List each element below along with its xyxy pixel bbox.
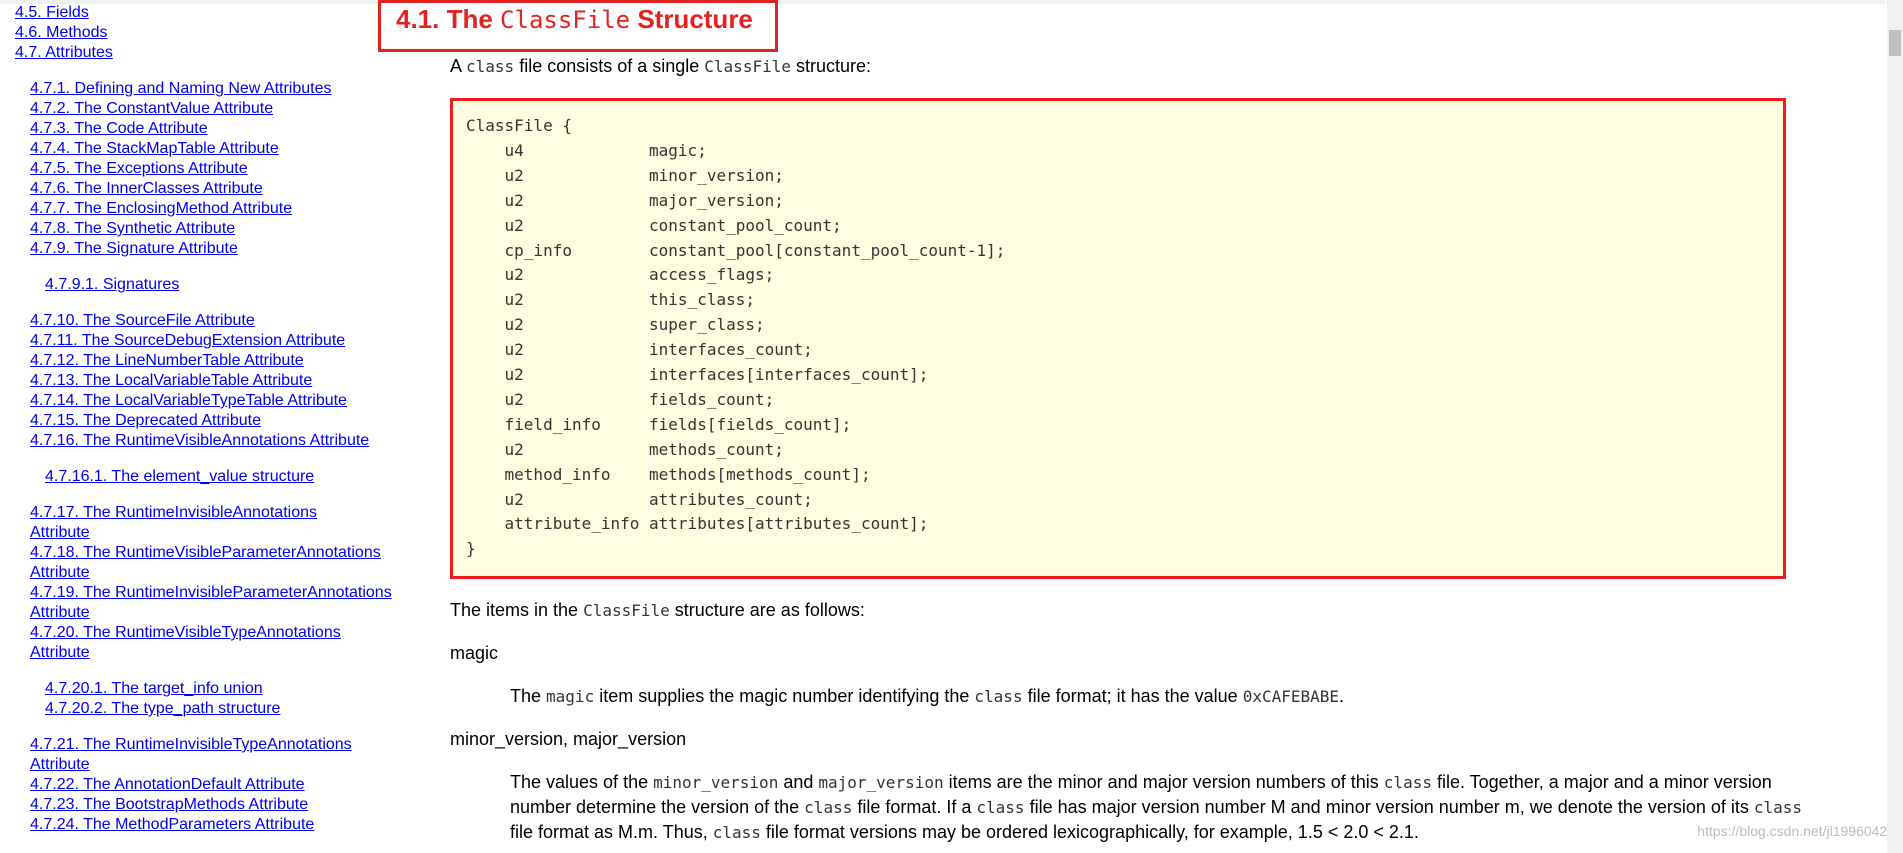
toc-4-7-14[interactable]: 4.7.14. The LocalVariableTypeTable Attri… [30, 391, 347, 411]
code-line: cp_info constant_pool[constant_pool_coun… [466, 240, 1006, 260]
code-line: method_info methods[methods_count]; [466, 464, 871, 484]
vertical-scrollbar[interactable] [1887, 0, 1903, 853]
scrollbar-thumb[interactable] [1889, 30, 1901, 56]
intro-paragraph: A class file consists of a single ClassF… [450, 56, 872, 76]
code-line: u2 methods_count; [466, 439, 784, 459]
watermark: https://blog.csdn.net/jl19960421 [1697, 823, 1895, 839]
toc-4-7-8[interactable]: 4.7.8. The Synthetic Attribute [30, 219, 235, 239]
code-line: attribute_info attributes[attributes_cou… [466, 514, 929, 534]
code-line: u2 interfaces_count; [466, 340, 813, 360]
items-intro-paragraph: The items in the ClassFile structure are… [450, 600, 865, 620]
toc-4-7-5[interactable]: 4.7.5. The Exceptions Attribute [30, 159, 248, 179]
toc-4-7-24[interactable]: 4.7.24. The MethodParameters Attribute [30, 815, 314, 835]
heading-code: ClassFile [500, 6, 631, 34]
toc-4-7-17[interactable]: 4.7.17. The RuntimeInvisibleAnnotations … [30, 503, 360, 543]
toc-4-7-15[interactable]: 4.7.15. The Deprecated Attribute [30, 411, 261, 431]
code-line: u2 major_version; [466, 190, 784, 210]
toc-4-7-19[interactable]: 4.7.19. The RuntimeInvisibleParameterAnn… [30, 583, 400, 623]
toc-4-7-20-2[interactable]: 4.7.20.2. The type_path structure [45, 699, 280, 719]
code-line: u2 minor_version; [466, 165, 784, 185]
toc-4-6-methods[interactable]: 4.6. Methods [15, 23, 108, 43]
code-line: u2 super_class; [466, 315, 765, 335]
code-line: u4 magic; [466, 140, 707, 160]
magic-term: magic [450, 643, 499, 663]
toc-4-7-16[interactable]: 4.7.16. The RuntimeVisibleAnnotations At… [30, 431, 369, 451]
code-line: u2 interfaces[interfaces_count]; [466, 365, 929, 384]
version-term: minor_version, major_version [450, 729, 687, 749]
toc-4-7-4[interactable]: 4.7.4. The StackMapTable Attribute [30, 139, 279, 159]
toc-4-7-6[interactable]: 4.7.6. The InnerClasses Attribute [30, 179, 263, 199]
code-line: u2 constant_pool_count; [466, 215, 842, 235]
toc-4-7-20[interactable]: 4.7.20. The RuntimeVisibleTypeAnnotation… [30, 623, 370, 663]
toc-4-7-9[interactable]: 4.7.9. The Signature Attribute [30, 239, 238, 259]
toc-4-7-21[interactable]: 4.7.21. The RuntimeInvisibleTypeAnnotati… [30, 735, 380, 775]
toc-4-5-fields[interactable]: 4.5. Fields [15, 3, 89, 23]
toc-4-7-attributes[interactable]: 4.7. Attributes [15, 43, 113, 63]
section-heading: 4.1. The ClassFile Structure [396, 4, 753, 35]
code-line: ClassFile { [466, 116, 572, 135]
toc-4-7-3[interactable]: 4.7.3. The Code Attribute [30, 119, 208, 139]
toc-4-7-2[interactable]: 4.7.2. The ConstantValue Attribute [30, 99, 273, 119]
version-description: The values of the minor_version and majo… [510, 772, 1803, 842]
toc-4-7-7[interactable]: 4.7.7. The EnclosingMethod Attribute [30, 199, 292, 219]
toc-4-7-18[interactable]: 4.7.18. The RuntimeVisibleParameterAnnot… [30, 543, 390, 583]
toc-4-7-12[interactable]: 4.7.12. The LineNumberTable Attribute [30, 351, 304, 371]
toc-4-7-9-1[interactable]: 4.7.9.1. Signatures [45, 275, 179, 295]
toc-4-7-11[interactable]: 4.7.11. The SourceDebugExtension Attribu… [30, 331, 345, 351]
table-of-contents: 4.5. Fields 4.6. Methods 4.7. Attributes… [0, 0, 400, 853]
code-line: u2 access_flags; [466, 265, 775, 285]
toc-4-7-22[interactable]: 4.7.22. The AnnotationDefault Attribute [30, 775, 305, 795]
code-line: field_info fields[fields_count]; [466, 414, 852, 434]
code-line: u2 attributes_count; [466, 489, 813, 509]
toc-4-7-13[interactable]: 4.7.13. The LocalVariableTable Attribute [30, 371, 312, 391]
magic-description: The magic item supplies the magic number… [510, 686, 1345, 706]
heading-prefix: 4.1. The [396, 4, 501, 34]
code-line: } [466, 539, 476, 559]
code-line: u2 this_class; [466, 290, 755, 310]
toc-4-7-20-1[interactable]: 4.7.20.1. The target_info union [45, 679, 263, 699]
toc-4-7-16-1[interactable]: 4.7.16.1. The element_value structure [45, 467, 314, 487]
toc-4-7-23[interactable]: 4.7.23. The BootstrapMethods Attribute [30, 795, 308, 815]
code-line: u2 fields_count; [466, 389, 775, 409]
heading-suffix: Structure [630, 4, 753, 34]
toc-4-7-1[interactable]: 4.7.1. Defining and Naming New Attribute… [30, 79, 332, 99]
toc-4-7-10[interactable]: 4.7.10. The SourceFile Attribute [30, 311, 255, 331]
